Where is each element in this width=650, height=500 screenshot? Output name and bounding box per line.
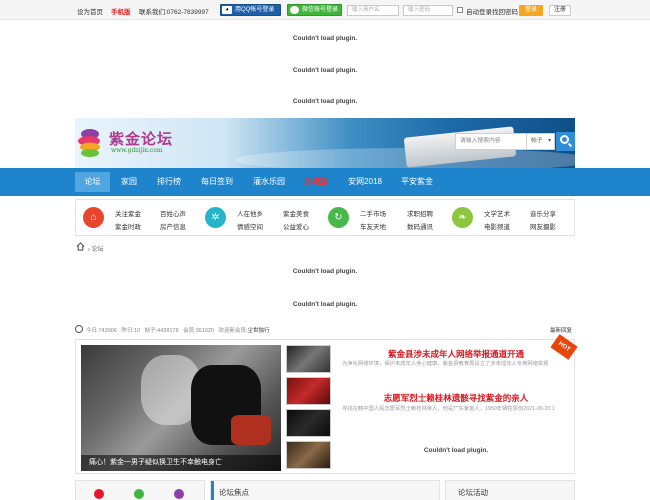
search-input[interactable]: 请输入搜索内容	[455, 133, 527, 150]
forum-stats: 今日:743906 昨日:10 帖子:4438178 会员:361020 欢迎新…	[86, 328, 270, 334]
icon-panel	[75, 480, 205, 500]
forum-focus-title: 论坛焦点	[219, 488, 249, 497]
nav-forum[interactable]: 论坛	[75, 172, 110, 192]
slide-thumbnail[interactable]	[286, 409, 331, 437]
plugin-placeholder: Couldn't load plugin.	[292, 35, 358, 42]
headline-summary: 为净化网络环境，保护未成年人身心健康，紫金县教育局设立了涉未成年人专用网络举报	[342, 361, 549, 367]
slideshow-image[interactable]: 痛心！紫金一男子疑似换卫生不幸触电身亡	[81, 345, 281, 471]
cat-link[interactable]: 音乐分享	[530, 208, 556, 218]
wechat-icon	[290, 6, 299, 14]
plugin-placeholder: Couldn't load plugin.	[423, 447, 489, 454]
cat-link[interactable]: 情感空间	[237, 221, 263, 231]
latest-reply-link[interactable]: 最新回复	[550, 326, 572, 334]
top-bar: 设为首页 手机版 联系我们:0762-7839997 ◕ 用QQ帐号登录 微信账…	[0, 0, 650, 20]
clock-icon	[75, 325, 83, 333]
stat-posts: 4438178	[157, 328, 179, 334]
stat-members: 361020	[195, 328, 214, 334]
breadcrumb-current[interactable]: 论坛	[92, 247, 104, 253]
slide-thumbnail[interactable]	[286, 377, 331, 405]
weibo-icon[interactable]	[94, 489, 104, 499]
cat-link[interactable]: 关注紫金	[115, 208, 141, 218]
qq-login-label: 用QQ帐号登录	[235, 7, 275, 13]
headline-summary: 寻找在韩中国人民志愿军烈士赖桂林亲人，他是广东紫金人，1950年牺牲原创2021…	[342, 406, 555, 412]
cat-link[interactable]: 车友天地	[360, 221, 386, 231]
cat-link[interactable]: 公益爱心	[283, 221, 309, 231]
feature-panel: 痛心！紫金一男子疑似换卫生不幸触电身亡 紫金县涉未成年人网络举报通道开通 为净化…	[75, 339, 575, 474]
main-nav: 论坛 家园 排行榜 每日签到 灌水乐园 手机版 安网2018 平安紫金	[0, 168, 650, 196]
breadcrumb-separator: ›	[88, 247, 90, 253]
slide-caption[interactable]: 痛心！紫金一男子疑似换卫生不幸触电身亡	[81, 455, 281, 471]
cat-link[interactable]: 二手市场	[360, 208, 386, 218]
nav-home[interactable]: 家园	[114, 168, 144, 196]
app-icon[interactable]	[174, 489, 184, 499]
logo-url: www.gdzijin.com	[111, 147, 163, 154]
wechat-icon[interactable]	[134, 489, 144, 499]
cat-link[interactable]: 电影频道	[484, 221, 510, 231]
set-home-link[interactable]: 设为首页	[77, 6, 103, 16]
auto-login-label: 自动登录	[466, 9, 492, 16]
nav-ranking[interactable]: 排行榜	[150, 168, 188, 196]
stat-yesterday: 10	[133, 328, 141, 334]
auto-login-checkbox[interactable]	[457, 7, 463, 13]
qq-icon: ◕	[222, 6, 232, 14]
wechat-login-label: 微信账号登录	[302, 7, 339, 13]
mobile-version-link[interactable]: 手机版	[111, 6, 131, 16]
plugin-placeholder: Couldn't load plugin.	[292, 98, 358, 105]
contact-text: 联系我们:0762-7839997	[139, 9, 209, 16]
password-input[interactable]: 输入密码	[403, 5, 453, 16]
nav-water-park[interactable]: 灌水乐园	[248, 168, 290, 196]
fan-icon: ✲	[205, 207, 226, 228]
logo-swirl-icon[interactable]	[77, 126, 103, 158]
refresh-icon: ↻	[328, 207, 349, 228]
headline-link[interactable]: 志愿军烈士赖桂林遗骸寻找紫金的亲人	[342, 392, 570, 404]
slide-thumbnail[interactable]	[286, 441, 331, 469]
search-button[interactable]	[556, 132, 575, 151]
stat-newest-member[interactable]: 尘世独行	[248, 328, 270, 334]
breadcrumb: › 论坛	[88, 244, 104, 253]
cat-link[interactable]: 文学艺术	[484, 208, 510, 218]
cat-link[interactable]: 紫金美食	[283, 208, 309, 218]
headline-link[interactable]: 紫金县涉未成年人网络举报通道开通	[342, 348, 570, 360]
cat-link[interactable]: 网友摄影	[530, 221, 556, 231]
forum-focus-panel: 论坛焦点	[210, 480, 440, 500]
forum-activity-title: 论坛活动	[458, 488, 488, 497]
stat-today: 743906	[98, 328, 117, 334]
home-icon: ⌂	[83, 207, 104, 228]
nav-anwang[interactable]: 安网2018	[343, 168, 387, 196]
nav-checkin[interactable]: 每日签到	[195, 168, 239, 196]
plugin-placeholder: Couldn't load plugin.	[292, 268, 358, 275]
cat-link[interactable]: 百姓心声	[160, 208, 186, 218]
login-button[interactable]: 登录	[519, 5, 543, 16]
logo-name[interactable]: 紫金论坛	[109, 128, 173, 149]
username-input[interactable]: 输入用户名	[347, 5, 399, 16]
search-scope-label: 帖子	[531, 138, 543, 144]
nav-mobile[interactable]: 手机版	[298, 168, 334, 196]
plugin-placeholder: Couldn't load plugin.	[292, 67, 358, 74]
slide-thumbnail[interactable]	[286, 345, 331, 373]
cat-link[interactable]: 人在他乡	[237, 208, 263, 218]
header-banner: 紫金论坛 www.gdzijin.com 请输入搜索内容 帖子 ▾	[75, 118, 575, 168]
nav-pingan[interactable]: 平安紫金	[395, 168, 439, 196]
cat-link[interactable]: 紫金时政	[115, 221, 141, 231]
cat-link[interactable]: 求职招聘	[407, 208, 433, 218]
cat-link[interactable]: 房产信息	[160, 221, 186, 231]
chevron-down-icon: ▾	[548, 138, 551, 144]
register-button[interactable]: 注册	[549, 5, 571, 16]
category-panel: ⌂ 关注紫金 百姓心声 紫金时政 房产信息 ✲ 人在他乡 紫金美食 情感空间 公…	[75, 199, 575, 236]
home-icon[interactable]	[76, 242, 85, 251]
plugin-placeholder: Couldn't load plugin.	[292, 301, 358, 308]
forum-activity-panel: 论坛活动	[445, 480, 575, 500]
leaf-icon: ❧	[452, 207, 473, 228]
forgot-password-link[interactable]: 找回密码	[492, 6, 518, 16]
wechat-login-button[interactable]: 微信账号登录	[287, 4, 342, 16]
search-scope-select[interactable]: 帖子 ▾	[527, 133, 555, 150]
cat-link[interactable]: 数码通讯	[407, 221, 433, 231]
qq-login-button[interactable]: ◕ 用QQ帐号登录	[220, 4, 281, 16]
